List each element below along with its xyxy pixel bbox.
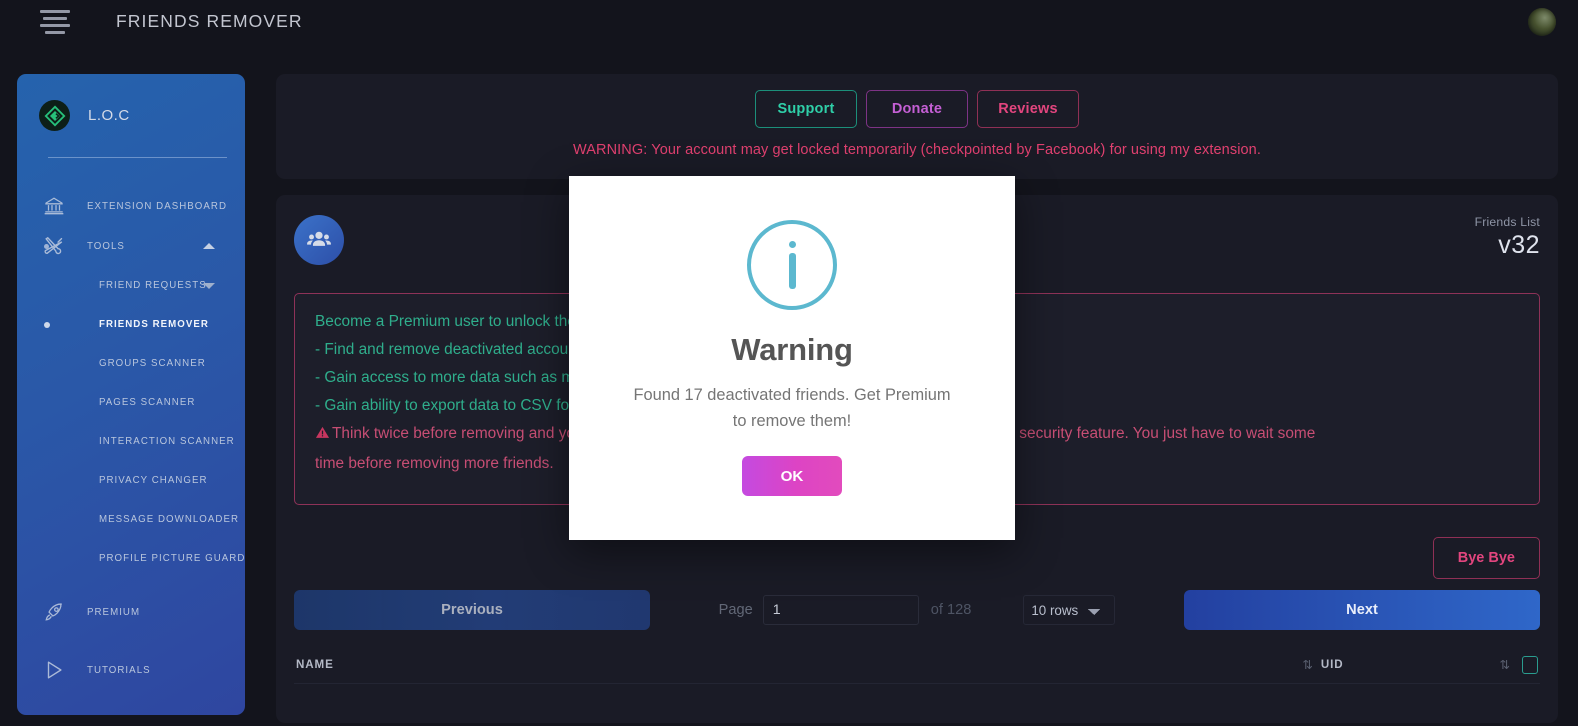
sort-updown-icon[interactable]: ⇅ (1500, 657, 1511, 672)
version-label: Friends List (1474, 215, 1540, 229)
sidebar-item-label: GROUPS SCANNER (99, 358, 206, 369)
chevron-up-icon[interactable] (203, 243, 215, 249)
warning-modal: Warning Found 17 deactivated friends. Ge… (569, 176, 1015, 540)
page-total-label: of 128 (930, 602, 972, 618)
active-bullet (44, 321, 50, 328)
sidebar-item-interaction-scanner[interactable]: INTERACTION SCANNER (17, 422, 245, 461)
sidebar-brand[interactable]: L.O.C (17, 92, 245, 139)
page-controls: Page of 128 10 rows 25 rows 50 rows 100 … (650, 595, 1184, 625)
sidebar-item-label: FRIEND REQUESTS (99, 280, 207, 291)
sidebar-item-pages-scanner[interactable]: PAGES SCANNER (17, 383, 245, 422)
bye-bye-button[interactable]: Bye Bye (1432, 537, 1540, 579)
sidebar-item-profile-picture-guard[interactable]: PROFILE PICTURE GUARD (17, 539, 245, 578)
user-avatar[interactable] (1528, 7, 1556, 36)
column-header-uid: UID (1320, 658, 1344, 671)
sidebar-item-friend-requests[interactable]: FRIEND REQUESTS (17, 266, 245, 305)
select-all-checkbox[interactable] (1522, 655, 1538, 674)
pagination-bar: Previous Page of 128 10 rows 25 rows 50 … (294, 590, 1540, 630)
top-bar: FRIENDS REMOVER (0, 0, 1578, 43)
people-group-icon (294, 215, 344, 265)
rows-per-page-select[interactable]: 10 rows 25 rows 50 rows 100 rows (1023, 595, 1116, 625)
play-icon (39, 657, 69, 683)
hamburger-line (40, 9, 70, 13)
loc-logo-icon (39, 100, 70, 131)
sidebar-nav: EXTENSION DASHBOARD TOOLS FRIEND REQUEST… (17, 172, 245, 690)
byebye-row: Bye Bye (294, 537, 1540, 579)
info-dot (788, 241, 796, 248)
sidebar-item-groups-scanner[interactable]: GROUPS SCANNER (17, 344, 245, 383)
sidebar-item-label: PAGES SCANNER (99, 397, 196, 408)
sidebar-item-label: TUTORIALS (87, 664, 151, 676)
sidebar-item-label: PREMIUM (87, 606, 141, 618)
sidebar-divider (48, 157, 227, 158)
chevron-down-icon[interactable] (203, 282, 215, 289)
previous-button[interactable]: Previous (294, 590, 650, 630)
sidebar-item-label: MESSAGE DOWNLOADER (99, 514, 240, 525)
sidebar-item-label: INTERACTION SCANNER (99, 436, 235, 447)
brand-name: L.O.C (88, 107, 130, 124)
hamburger-line (43, 16, 67, 20)
hamburger-line (45, 30, 65, 34)
action-buttons: Support Donate Reviews (276, 90, 1558, 128)
page-input[interactable] (762, 595, 919, 625)
column-header-name: NAME (296, 658, 334, 671)
info-circle-icon (747, 220, 837, 310)
support-button[interactable]: Support (755, 90, 857, 128)
sidebar-item-extension-dashboard[interactable]: EXTENSION DASHBOARD (17, 186, 245, 226)
donate-button[interactable]: Donate (866, 90, 968, 128)
sidebar-item-label: TOOLS (87, 240, 125, 252)
modal-title: Warning (731, 332, 853, 367)
sidebar-item-tutorials[interactable]: TUTORIALS (17, 650, 245, 690)
sidebar-item-label: EXTENSION DASHBOARD (87, 200, 227, 212)
sidebar-item-friends-remover[interactable]: FRIENDS REMOVER (17, 305, 245, 344)
sort-updown-icon[interactable]: ⇅ (1302, 657, 1313, 672)
sidebar-item-message-downloader[interactable]: MESSAGE DOWNLOADER (17, 500, 245, 539)
sidebar-item-label: PROFILE PICTURE GUARD (99, 553, 245, 564)
sidebar-item-privacy-changer[interactable]: PRIVACY CHANGER (17, 461, 245, 500)
modal-ok-button[interactable]: OK (742, 456, 842, 496)
warning-triangle-icon (315, 422, 330, 450)
page-label: Page (718, 602, 753, 618)
reviews-button[interactable]: Reviews (977, 90, 1079, 128)
account-warning-text: WARNING: Your account may get locked tem… (573, 142, 1261, 158)
version-number: v32 (1498, 231, 1540, 259)
info-stem (788, 253, 796, 289)
sidebar-item-label: FRIENDS REMOVER (99, 319, 209, 330)
version-info: Friends List v32 (1475, 215, 1540, 260)
rocket-icon (39, 599, 69, 625)
hamburger-line (40, 23, 70, 27)
modal-message: Found 17 deactivated friends. Get Premiu… (633, 386, 951, 430)
sidebar-item-label: PRIVACY CHANGER (99, 475, 208, 486)
hamburger-icon[interactable] (38, 9, 72, 35)
bank-icon (39, 193, 69, 219)
page-title: FRIENDS REMOVER (116, 11, 303, 31)
sidebar-item-tools[interactable]: TOOLS (17, 226, 245, 266)
sidebar: L.O.C EXTENSION DASHBOARD TOOLS FRIEND R… (17, 74, 245, 715)
next-button[interactable]: Next (1184, 590, 1540, 630)
top-panel: Support Donate Reviews WARNING: Your acc… (276, 74, 1558, 179)
sidebar-item-premium[interactable]: PREMIUM (17, 592, 245, 632)
friends-table-header: NAME ⇅ UID ⇅ (294, 646, 1540, 684)
tools-icon (39, 233, 69, 259)
